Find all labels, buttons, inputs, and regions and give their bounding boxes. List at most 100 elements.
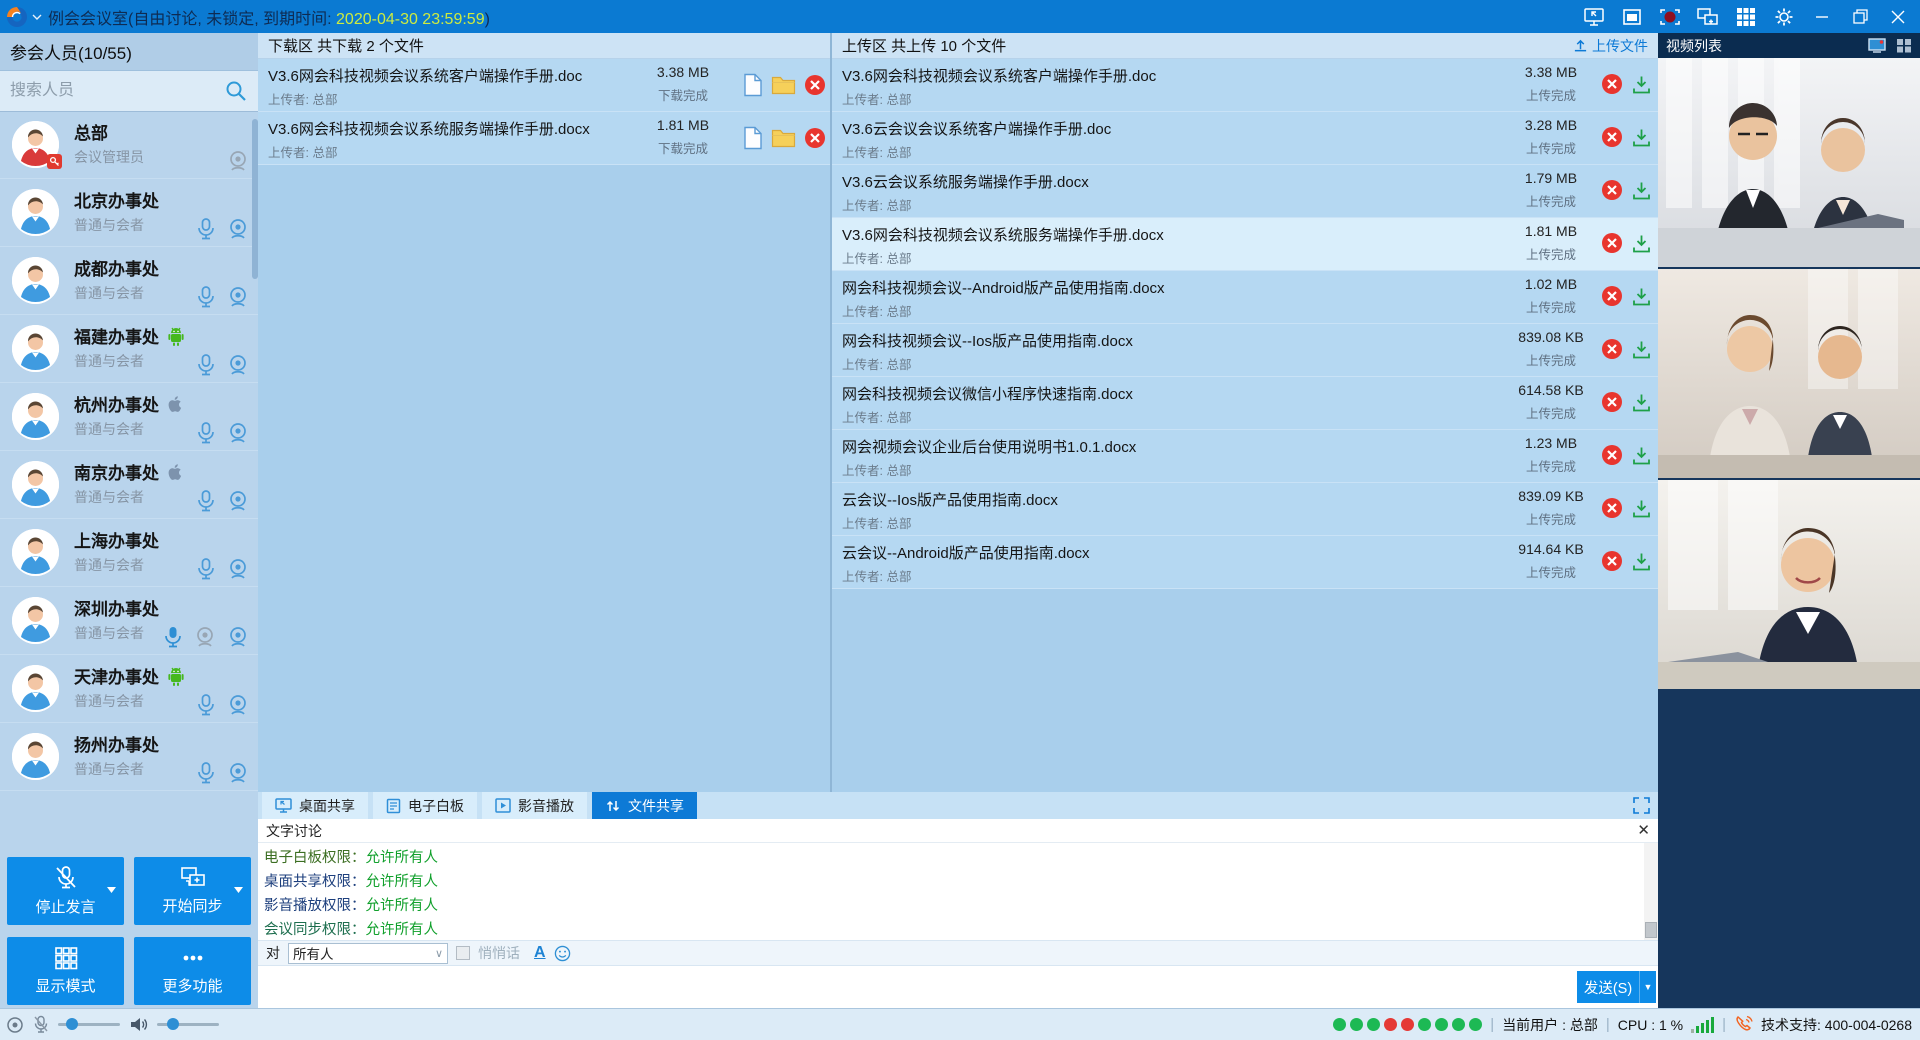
file-row[interactable]: 云会议--Ios版产品使用指南.docx上传者: 总部839.09 KB上传完成 — [832, 483, 1658, 536]
participant-row[interactable]: 杭州办事处普通与会者 — [0, 383, 258, 451]
file-row[interactable]: 网会视频会议企业后台使用说明书1.0.1.docx上传者: 总部1.23 MB上… — [832, 430, 1658, 483]
search-icon[interactable] — [224, 79, 248, 103]
participant-row[interactable]: 南京办事处普通与会者 — [0, 451, 258, 519]
maximize-icon[interactable] — [1848, 6, 1872, 28]
close-icon[interactable] — [1886, 6, 1910, 28]
microphone-icon[interactable] — [195, 217, 217, 241]
open-folder-icon[interactable] — [771, 127, 796, 149]
camera-icon[interactable] — [226, 693, 250, 717]
delete-icon[interactable] — [1601, 179, 1623, 201]
camera-icon[interactable] — [226, 489, 250, 513]
delete-icon[interactable] — [1601, 497, 1623, 519]
camera-icon[interactable] — [226, 625, 250, 649]
open-file-icon[interactable] — [742, 73, 763, 97]
more-functions-button[interactable]: 更多功能 — [134, 937, 251, 1005]
participant-row[interactable]: 深圳办事处普通与会者 — [0, 587, 258, 655]
camera-icon[interactable] — [226, 149, 250, 173]
window-mode-icon[interactable] — [1620, 6, 1644, 28]
chat-scrollbar[interactable] — [1644, 843, 1658, 940]
delete-icon[interactable] — [1601, 550, 1623, 572]
settings-icon[interactable] — [1772, 6, 1796, 28]
delete-icon[interactable] — [1601, 285, 1623, 307]
close-icon[interactable]: ✕ — [1637, 823, 1650, 838]
microphone-icon[interactable] — [195, 557, 217, 581]
file-row[interactable]: V3.6网会科技视频会议系统服务端操作手册.docx上传者: 总部1.81 MB… — [258, 112, 830, 165]
delete-icon[interactable] — [1601, 126, 1623, 148]
file-row[interactable]: 云会议--Android版产品使用指南.docx上传者: 总部914.64 KB… — [832, 536, 1658, 589]
mic-muted-icon[interactable] — [33, 1015, 49, 1034]
chevron-down-icon[interactable] — [32, 13, 42, 21]
delete-icon[interactable] — [1601, 338, 1623, 360]
audio-device-icon[interactable] — [6, 1016, 24, 1034]
whisper-checkbox[interactable] — [456, 946, 470, 960]
delete-icon[interactable] — [1601, 232, 1623, 254]
tab-media-play[interactable]: 影音播放 — [482, 792, 587, 819]
download-icon[interactable] — [1631, 286, 1652, 307]
open-folder-icon[interactable] — [771, 74, 796, 96]
file-row[interactable]: V3.6云会议会议系统客户端操作手册.doc上传者: 总部3.28 MB上传完成 — [832, 112, 1658, 165]
delete-icon[interactable] — [804, 127, 826, 149]
delete-icon[interactable] — [1601, 391, 1623, 413]
delete-icon[interactable] — [1601, 444, 1623, 466]
minimize-icon[interactable] — [1810, 6, 1834, 28]
dropdown-arrow-icon[interactable] — [107, 887, 116, 893]
tab-whiteboard[interactable]: 电子白板 — [373, 792, 477, 819]
send-options-arrow[interactable]: ▼ — [1639, 971, 1656, 1003]
screen-share-icon[interactable] — [1582, 6, 1606, 28]
expand-icon[interactable] — [1633, 797, 1650, 814]
message-input[interactable]: 发送(S) ▼ — [258, 966, 1658, 1008]
participant-row[interactable]: 成都办事处普通与会者 — [0, 247, 258, 315]
font-button[interactable]: A — [534, 944, 546, 962]
file-row[interactable]: V3.6网会科技视频会议系统客户端操作手册.doc上传者: 总部3.38 MB下… — [258, 59, 830, 112]
stop-speaking-button[interactable]: 停止发言 — [7, 857, 124, 925]
search-input[interactable] — [0, 71, 258, 111]
delete-icon[interactable] — [804, 74, 826, 96]
participant-row[interactable]: 福建办事处普通与会者 — [0, 315, 258, 383]
tab-file-share[interactable]: 文件共享 — [592, 792, 697, 819]
camera-icon[interactable] — [226, 285, 250, 309]
video-thumbnail-1[interactable] — [1658, 58, 1920, 267]
file-row[interactable]: V3.6网会科技视频会议系统客户端操作手册.doc上传者: 总部3.38 MB上… — [832, 59, 1658, 112]
delete-icon[interactable] — [1601, 73, 1623, 95]
camera-icon[interactable] — [226, 217, 250, 241]
download-icon[interactable] — [1631, 180, 1652, 201]
download-icon[interactable] — [1631, 498, 1652, 519]
camera-icon[interactable] — [193, 625, 217, 649]
participant-row[interactable]: 天津办事处普通与会者 — [0, 655, 258, 723]
participant-row[interactable]: 北京办事处普通与会者 — [0, 179, 258, 247]
speaker-icon[interactable] — [129, 1016, 148, 1033]
download-icon[interactable] — [1631, 127, 1652, 148]
participant-row[interactable]: 上海办事处普通与会者 — [0, 519, 258, 587]
display-mode-button[interactable]: 显示模式 — [7, 937, 124, 1005]
microphone-icon[interactable] — [195, 285, 217, 309]
download-icon[interactable] — [1631, 392, 1652, 413]
speaker-volume-slider[interactable] — [157, 1023, 219, 1026]
tab-desktop-share[interactable]: 桌面共享 — [262, 792, 368, 819]
sync-screens-icon[interactable] — [1696, 6, 1720, 28]
send-button[interactable]: 发送(S) — [1577, 971, 1639, 1003]
microphone-icon[interactable] — [162, 625, 184, 649]
download-icon[interactable] — [1631, 339, 1652, 360]
layout-grid-icon[interactable] — [1896, 38, 1912, 53]
emoji-button[interactable] — [554, 945, 571, 962]
microphone-icon[interactable] — [195, 421, 217, 445]
open-file-icon[interactable] — [742, 126, 763, 150]
microphone-icon[interactable] — [195, 489, 217, 513]
file-row[interactable]: 网会科技视频会议微信小程序快速指南.docx上传者: 总部614.58 KB上传… — [832, 377, 1658, 430]
video-thumbnail-3[interactable] — [1658, 480, 1920, 689]
file-row[interactable]: 网会科技视频会议--Ios版产品使用指南.docx上传者: 总部839.08 K… — [832, 324, 1658, 377]
dialpad-icon[interactable] — [1734, 6, 1758, 28]
camera-icon[interactable] — [226, 421, 250, 445]
download-icon[interactable] — [1631, 74, 1652, 95]
camera-icon[interactable] — [226, 353, 250, 377]
file-row[interactable]: V3.6网会科技视频会议系统服务端操作手册.docx上传者: 总部1.81 MB… — [832, 218, 1658, 271]
upload-file-button[interactable]: 上传文件 — [1573, 36, 1648, 56]
mic-volume-slider[interactable] — [58, 1023, 120, 1026]
camera-icon[interactable] — [226, 557, 250, 581]
start-sync-button[interactable]: 开始同步 — [134, 857, 251, 925]
microphone-icon[interactable] — [195, 353, 217, 377]
file-row[interactable]: V3.6云会议系统服务端操作手册.docx上传者: 总部1.79 MB上传完成 — [832, 165, 1658, 218]
download-icon[interactable] — [1631, 445, 1652, 466]
file-row[interactable]: 网会科技视频会议--Android版产品使用指南.docx上传者: 总部1.02… — [832, 271, 1658, 324]
participant-row[interactable]: 总部会议管理员 — [0, 111, 258, 179]
